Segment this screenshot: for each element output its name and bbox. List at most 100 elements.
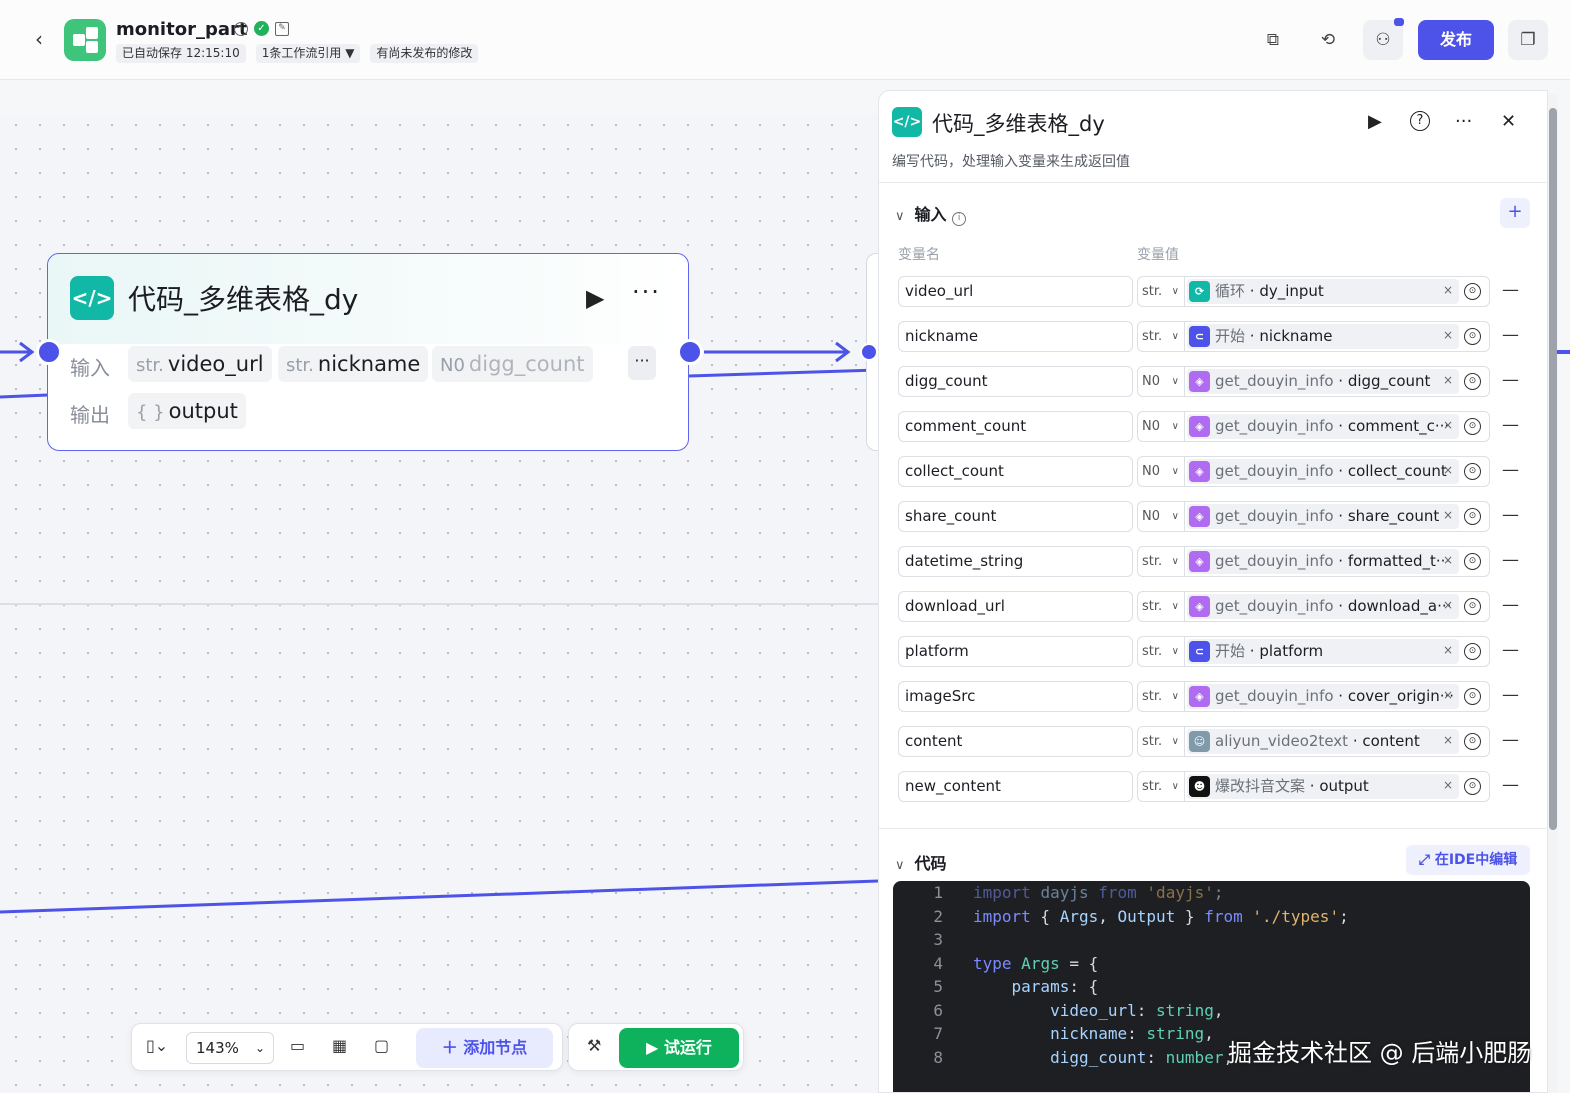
next-node-port[interactable] <box>860 343 878 361</box>
settings-icon[interactable]: ⊙ <box>1464 418 1481 435</box>
settings-icon[interactable]: ⊙ <box>1464 373 1481 390</box>
wrench-icon[interactable]: ⚒ <box>587 1036 601 1055</box>
variable-type-select[interactable]: str. ∨ <box>1137 681 1185 712</box>
variable-name-input[interactable]: digg_count <box>898 366 1133 397</box>
variable-type-select[interactable]: N0 ∨ <box>1137 366 1185 397</box>
code-section-toggle[interactable]: ∨ 代码 <box>895 850 947 874</box>
variable-type-select[interactable]: str. ∨ <box>1137 591 1185 622</box>
variable-type-select[interactable]: N0 ∨ <box>1137 456 1185 487</box>
variable-reference[interactable]: get_douyin_info · comment_c··· ◈ × ⊙ <box>1184 411 1490 442</box>
remove-row-icon[interactable]: — <box>1502 505 1519 525</box>
node-input-port[interactable] <box>36 339 62 365</box>
workflow-ref-dropdown[interactable]: 1条工作流引用 ▼ <box>255 44 361 63</box>
variable-type-select[interactable]: N0 ∨ <box>1137 501 1185 532</box>
settings-icon[interactable]: ⊙ <box>1464 508 1481 525</box>
remove-row-icon[interactable]: — <box>1502 595 1519 615</box>
workflow-canvas[interactable]: </> 代码_多维表格_dy ▶ ··· 输入 str. video_url st… <box>0 81 880 1093</box>
test-run-button[interactable]: ▶ 试运行 <box>619 1028 739 1068</box>
info-icon[interactable]: i <box>952 212 967 226</box>
variable-name-input[interactable]: content <box>898 726 1133 757</box>
remove-row-icon[interactable]: — <box>1502 415 1519 435</box>
variable-type-select[interactable]: str. ∨ <box>1137 276 1185 307</box>
variable-reference[interactable]: 开始 · nickname ⊂ × ⊙ <box>1184 321 1490 352</box>
variable-name-input[interactable]: download_url <box>898 591 1133 622</box>
comment-icon[interactable]: ▭ <box>290 1036 305 1055</box>
variable-type-select[interactable]: str. ∨ <box>1137 726 1185 757</box>
panel-scrollbar[interactable] <box>1548 94 1558 1093</box>
input-section-toggle[interactable]: ∨ 输入 i <box>895 201 967 226</box>
panel-title[interactable]: 代码_多维表格_dy <box>932 108 1105 138</box>
variable-reference[interactable]: get_douyin_info · download_a··· ◈ × ⊙ <box>1184 591 1490 622</box>
settings-icon[interactable]: ⊙ <box>1464 778 1481 795</box>
duplicate-icon[interactable]: ❐ <box>1508 20 1548 60</box>
mouse-mode-icon[interactable]: ▯⌄ <box>146 1036 168 1055</box>
variable-type-select[interactable]: str. ∨ <box>1137 636 1185 667</box>
variable-type-select[interactable]: N0 ∨ <box>1137 411 1185 442</box>
settings-icon[interactable]: ⊙ <box>1464 598 1481 615</box>
remove-row-icon[interactable]: — <box>1502 685 1519 705</box>
minimap-icon[interactable]: ▢ <box>374 1036 389 1055</box>
variable-name-input[interactable]: nickname <box>898 321 1133 352</box>
node-more-inputs[interactable]: ··· <box>628 346 656 380</box>
clear-icon[interactable]: × <box>1443 463 1453 477</box>
clear-icon[interactable]: × <box>1443 553 1453 567</box>
variable-name-input[interactable]: platform <box>898 636 1133 667</box>
play-icon[interactable]: ▶ <box>586 284 604 312</box>
variable-name-input[interactable]: imageSrc <box>898 681 1133 712</box>
more-icon[interactable]: ··· <box>1455 111 1472 132</box>
variable-name-input[interactable]: datetime_string <box>898 546 1133 577</box>
variable-name-input[interactable]: video_url <box>898 276 1133 307</box>
clear-icon[interactable]: × <box>1443 373 1453 387</box>
node-output-port[interactable] <box>677 339 703 365</box>
add-input-button[interactable]: + <box>1500 198 1530 228</box>
clear-icon[interactable]: × <box>1443 778 1453 792</box>
variable-type-select[interactable]: str. ∨ <box>1137 321 1185 352</box>
scroll-thumb[interactable] <box>1549 108 1557 830</box>
variable-reference[interactable]: 循环 · dy_input ⟳ × ⊙ <box>1184 276 1490 307</box>
collaborators-icon[interactable]: ⚇ <box>1363 18 1404 60</box>
remove-row-icon[interactable]: — <box>1502 280 1519 300</box>
clear-icon[interactable]: × <box>1443 508 1453 522</box>
play-icon[interactable]: ▶ <box>1368 111 1382 132</box>
variable-name-input[interactable]: collect_count <box>898 456 1133 487</box>
remove-row-icon[interactable]: — <box>1502 730 1519 750</box>
history-icon[interactable]: ⟲ <box>1308 20 1348 60</box>
clear-icon[interactable]: × <box>1443 418 1453 432</box>
variable-reference[interactable]: aliyun_video2text · content ☺ × ⊙ <box>1184 726 1490 757</box>
variable-name-input[interactable]: new_content <box>898 771 1133 802</box>
add-node-button[interactable]: ＋ 添加节点 <box>416 1028 553 1068</box>
clear-icon[interactable]: × <box>1443 643 1453 657</box>
variable-type-select[interactable]: str. ∨ <box>1137 771 1185 802</box>
remove-row-icon[interactable]: — <box>1502 640 1519 660</box>
settings-icon[interactable]: ⊙ <box>1464 553 1481 570</box>
layout-icon[interactable]: ▦ <box>332 1036 347 1055</box>
chevron-left-icon[interactable]: ‹ <box>28 28 50 50</box>
edit-in-ide-button[interactable]: ⤢ 在IDE中编辑 <box>1406 845 1530 875</box>
settings-icon[interactable]: ⊙ <box>1464 463 1481 480</box>
settings-icon[interactable]: ⊙ <box>1464 643 1481 660</box>
remove-row-icon[interactable]: — <box>1502 775 1519 795</box>
clear-icon[interactable]: × <box>1443 688 1453 702</box>
settings-icon[interactable]: ⊙ <box>1464 733 1481 750</box>
help-icon[interactable]: ? <box>1410 111 1430 131</box>
variable-reference[interactable]: get_douyin_info · cover_origin··· ◈ × ⊙ <box>1184 681 1490 712</box>
code-node[interactable]: </> 代码_多维表格_dy ▶ ··· 输入 str. video_url st… <box>47 253 689 451</box>
variable-reference[interactable]: get_douyin_info · collect_count ◈ × ⊙ <box>1184 456 1490 487</box>
remove-row-icon[interactable]: — <box>1502 325 1519 345</box>
clear-icon[interactable]: × <box>1443 328 1453 342</box>
remove-row-icon[interactable]: — <box>1502 550 1519 570</box>
remove-row-icon[interactable]: — <box>1502 370 1519 390</box>
variable-name-input[interactable]: comment_count <box>898 411 1133 442</box>
copy-icon[interactable]: ⧉ <box>1253 20 1293 60</box>
variable-reference[interactable]: 爆改抖音文案 · output ☻ × ⊙ <box>1184 771 1490 802</box>
variable-reference[interactable]: 开始 · platform ⊂ × ⊙ <box>1184 636 1490 667</box>
close-icon[interactable]: ✕ <box>1501 111 1516 132</box>
variable-type-select[interactable]: str. ∨ <box>1137 546 1185 577</box>
remove-row-icon[interactable]: — <box>1502 460 1519 480</box>
variable-reference[interactable]: get_douyin_info · share_count ◈ × ⊙ <box>1184 501 1490 532</box>
zoom-select[interactable]: 143% ⌄ <box>186 1032 274 1064</box>
settings-icon[interactable]: ⊙ <box>1464 688 1481 705</box>
settings-icon[interactable]: ⊙ <box>1464 328 1481 345</box>
variable-reference[interactable]: get_douyin_info · digg_count ◈ × ⊙ <box>1184 366 1490 397</box>
variable-name-input[interactable]: share_count <box>898 501 1133 532</box>
